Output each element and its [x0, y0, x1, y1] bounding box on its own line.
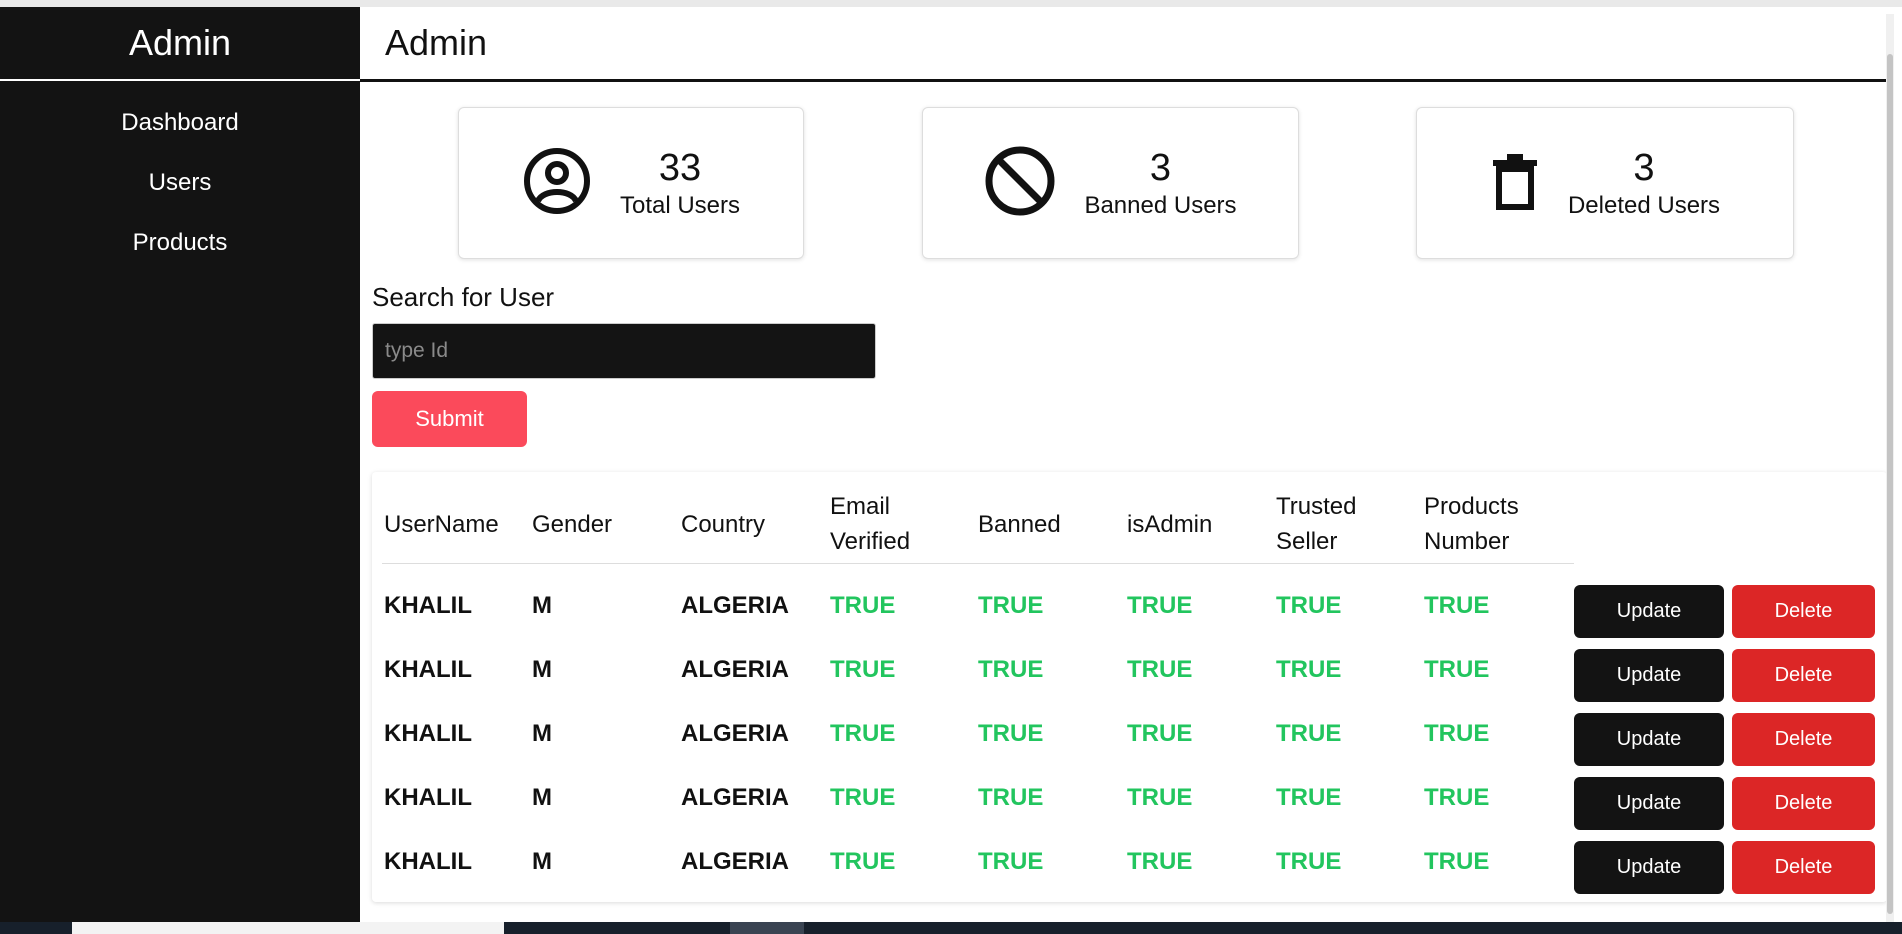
search-input[interactable] — [372, 323, 876, 379]
header-trusted-seller: Trusted Seller — [1276, 493, 1357, 555]
taskbar-window[interactable] — [72, 922, 504, 934]
delete-button[interactable]: Delete — [1732, 713, 1875, 766]
header-gender: Gender — [532, 510, 613, 538]
header-products-number: Products Number — [1424, 493, 1519, 555]
browser-top-strip — [0, 0, 1902, 7]
user-circle-icon — [522, 146, 592, 221]
delete-button[interactable]: Delete — [1732, 585, 1875, 638]
table-row: KHALIL M ALGERIA TRUE TRUE TRUE TRUE TRUE Update… — [372, 830, 1887, 894]
update-button[interactable]: Update — [1574, 777, 1724, 830]
cell-trusted-seller: TRUE — [1276, 848, 1342, 875]
delete-button[interactable]: Delete — [1732, 649, 1875, 702]
cell-banned: TRUE — [978, 720, 1044, 747]
cell-is-admin: TRUE — [1127, 656, 1193, 683]
cell-email-verified: TRUE — [830, 720, 896, 747]
sidebar: Admin Dashboard Users Products — [0, 7, 360, 922]
cell-products-number: TRUE — [1424, 592, 1490, 619]
cell-country: ALGERIA — [681, 720, 789, 747]
cell-country: ALGERIA — [681, 784, 789, 811]
update-button[interactable]: Update — [1574, 713, 1724, 766]
header-country: Country — [681, 510, 766, 538]
table-row: KHALIL M ALGERIA TRUE TRUE TRUE TRUE TRUE Update… — [372, 574, 1887, 638]
cell-is-admin: TRUE — [1127, 784, 1193, 811]
stat-value: 3 — [1633, 147, 1655, 189]
cell-gender: M — [532, 848, 552, 875]
sidebar-nav: Dashboard Users Products — [0, 81, 360, 273]
taskbar-app[interactable] — [730, 922, 804, 934]
cell-products-number: TRUE — [1424, 720, 1490, 747]
header-username: UserName — [384, 510, 499, 538]
cell-country: ALGERIA — [681, 848, 789, 875]
cell-gender: M — [532, 720, 552, 747]
cell-products-number: TRUE — [1424, 656, 1490, 683]
cell-is-admin: TRUE — [1127, 592, 1193, 619]
stat-value: 3 — [1149, 147, 1172, 189]
cell-email-verified: TRUE — [830, 656, 896, 683]
cell-username: KHALIL — [384, 592, 472, 619]
cell-banned: TRUE — [978, 848, 1044, 875]
stat-label: Banned Users — [1084, 192, 1237, 219]
update-button[interactable]: Update — [1574, 585, 1724, 638]
header-banned: Banned — [978, 510, 1061, 538]
update-button[interactable]: Update — [1574, 841, 1724, 894]
cell-gender: M — [532, 656, 552, 683]
sidebar-brand: Admin — [0, 7, 360, 81]
table-row: KHALIL M ALGERIA TRUE TRUE TRUE TRUE TRUE Update… — [372, 766, 1887, 830]
cell-country: ALGERIA — [681, 592, 789, 619]
cell-username: KHALIL — [384, 848, 472, 875]
cell-email-verified: TRUE — [830, 848, 896, 875]
stat-value: 33 — [658, 147, 702, 189]
cell-gender: M — [532, 784, 552, 811]
stat-card-deleted-users: 3 Deleted Users — [1416, 107, 1794, 259]
main-content: Admin 33 Total Users 3 Banned Users 3 De… — [360, 7, 1894, 929]
cell-trusted-seller: TRUE — [1276, 784, 1342, 811]
sidebar-item-users[interactable]: Users — [149, 153, 212, 213]
stat-label: Total Users — [619, 192, 741, 219]
page-scrollbar[interactable] — [1886, 14, 1894, 929]
cell-is-admin: TRUE — [1127, 848, 1193, 875]
cell-products-number: TRUE — [1424, 848, 1490, 875]
table-row: KHALIL M ALGERIA TRUE TRUE TRUE TRUE TRUE Update… — [372, 702, 1887, 766]
update-button[interactable]: Update — [1574, 649, 1724, 702]
delete-button[interactable]: Delete — [1732, 777, 1875, 830]
cell-banned: TRUE — [978, 784, 1044, 811]
delete-button[interactable]: Delete — [1732, 841, 1875, 894]
cell-username: KHALIL — [384, 656, 472, 683]
sidebar-item-dashboard[interactable]: Dashboard — [121, 93, 238, 153]
cell-email-verified: TRUE — [830, 592, 896, 619]
cell-banned: TRUE — [978, 656, 1044, 683]
scrollbar-thumb[interactable] — [1887, 54, 1893, 914]
cell-trusted-seller: TRUE — [1276, 720, 1342, 747]
ban-icon — [984, 145, 1056, 222]
stat-card-total-users: 33 Total Users — [458, 107, 804, 259]
cell-email-verified: TRUE — [830, 784, 896, 811]
cell-is-admin: TRUE — [1127, 720, 1193, 747]
search-label: Search for User — [372, 282, 555, 312]
table-header: UserName Gender Country Email Verified Banne… — [382, 484, 1574, 564]
cell-username: KHALIL — [384, 720, 472, 747]
sidebar-item-products[interactable]: Products — [133, 213, 228, 273]
os-taskbar — [0, 922, 1902, 934]
cell-username: KHALIL — [384, 784, 472, 811]
cell-products-number: TRUE — [1424, 784, 1490, 811]
stat-card-banned-users: 3 Banned Users — [922, 107, 1299, 259]
header-is-admin: isAdmin — [1127, 510, 1213, 538]
stat-label: Deleted Users — [1567, 192, 1721, 219]
submit-button[interactable]: Submit — [372, 391, 527, 447]
cell-country: ALGERIA — [681, 656, 789, 683]
users-table: UserName Gender Country Email Verified Banne… — [372, 472, 1887, 902]
cell-trusted-seller: TRUE — [1276, 592, 1342, 619]
header-email-verified: Email Verified — [830, 493, 911, 555]
table-row: KHALIL M ALGERIA TRUE TRUE TRUE TRUE TRUE Update… — [372, 638, 1887, 702]
trash-icon — [1490, 152, 1540, 215]
page-title: Admin — [360, 7, 1894, 82]
cell-trusted-seller: TRUE — [1276, 656, 1342, 683]
cell-gender: M — [532, 592, 552, 619]
cell-banned: TRUE — [978, 592, 1044, 619]
